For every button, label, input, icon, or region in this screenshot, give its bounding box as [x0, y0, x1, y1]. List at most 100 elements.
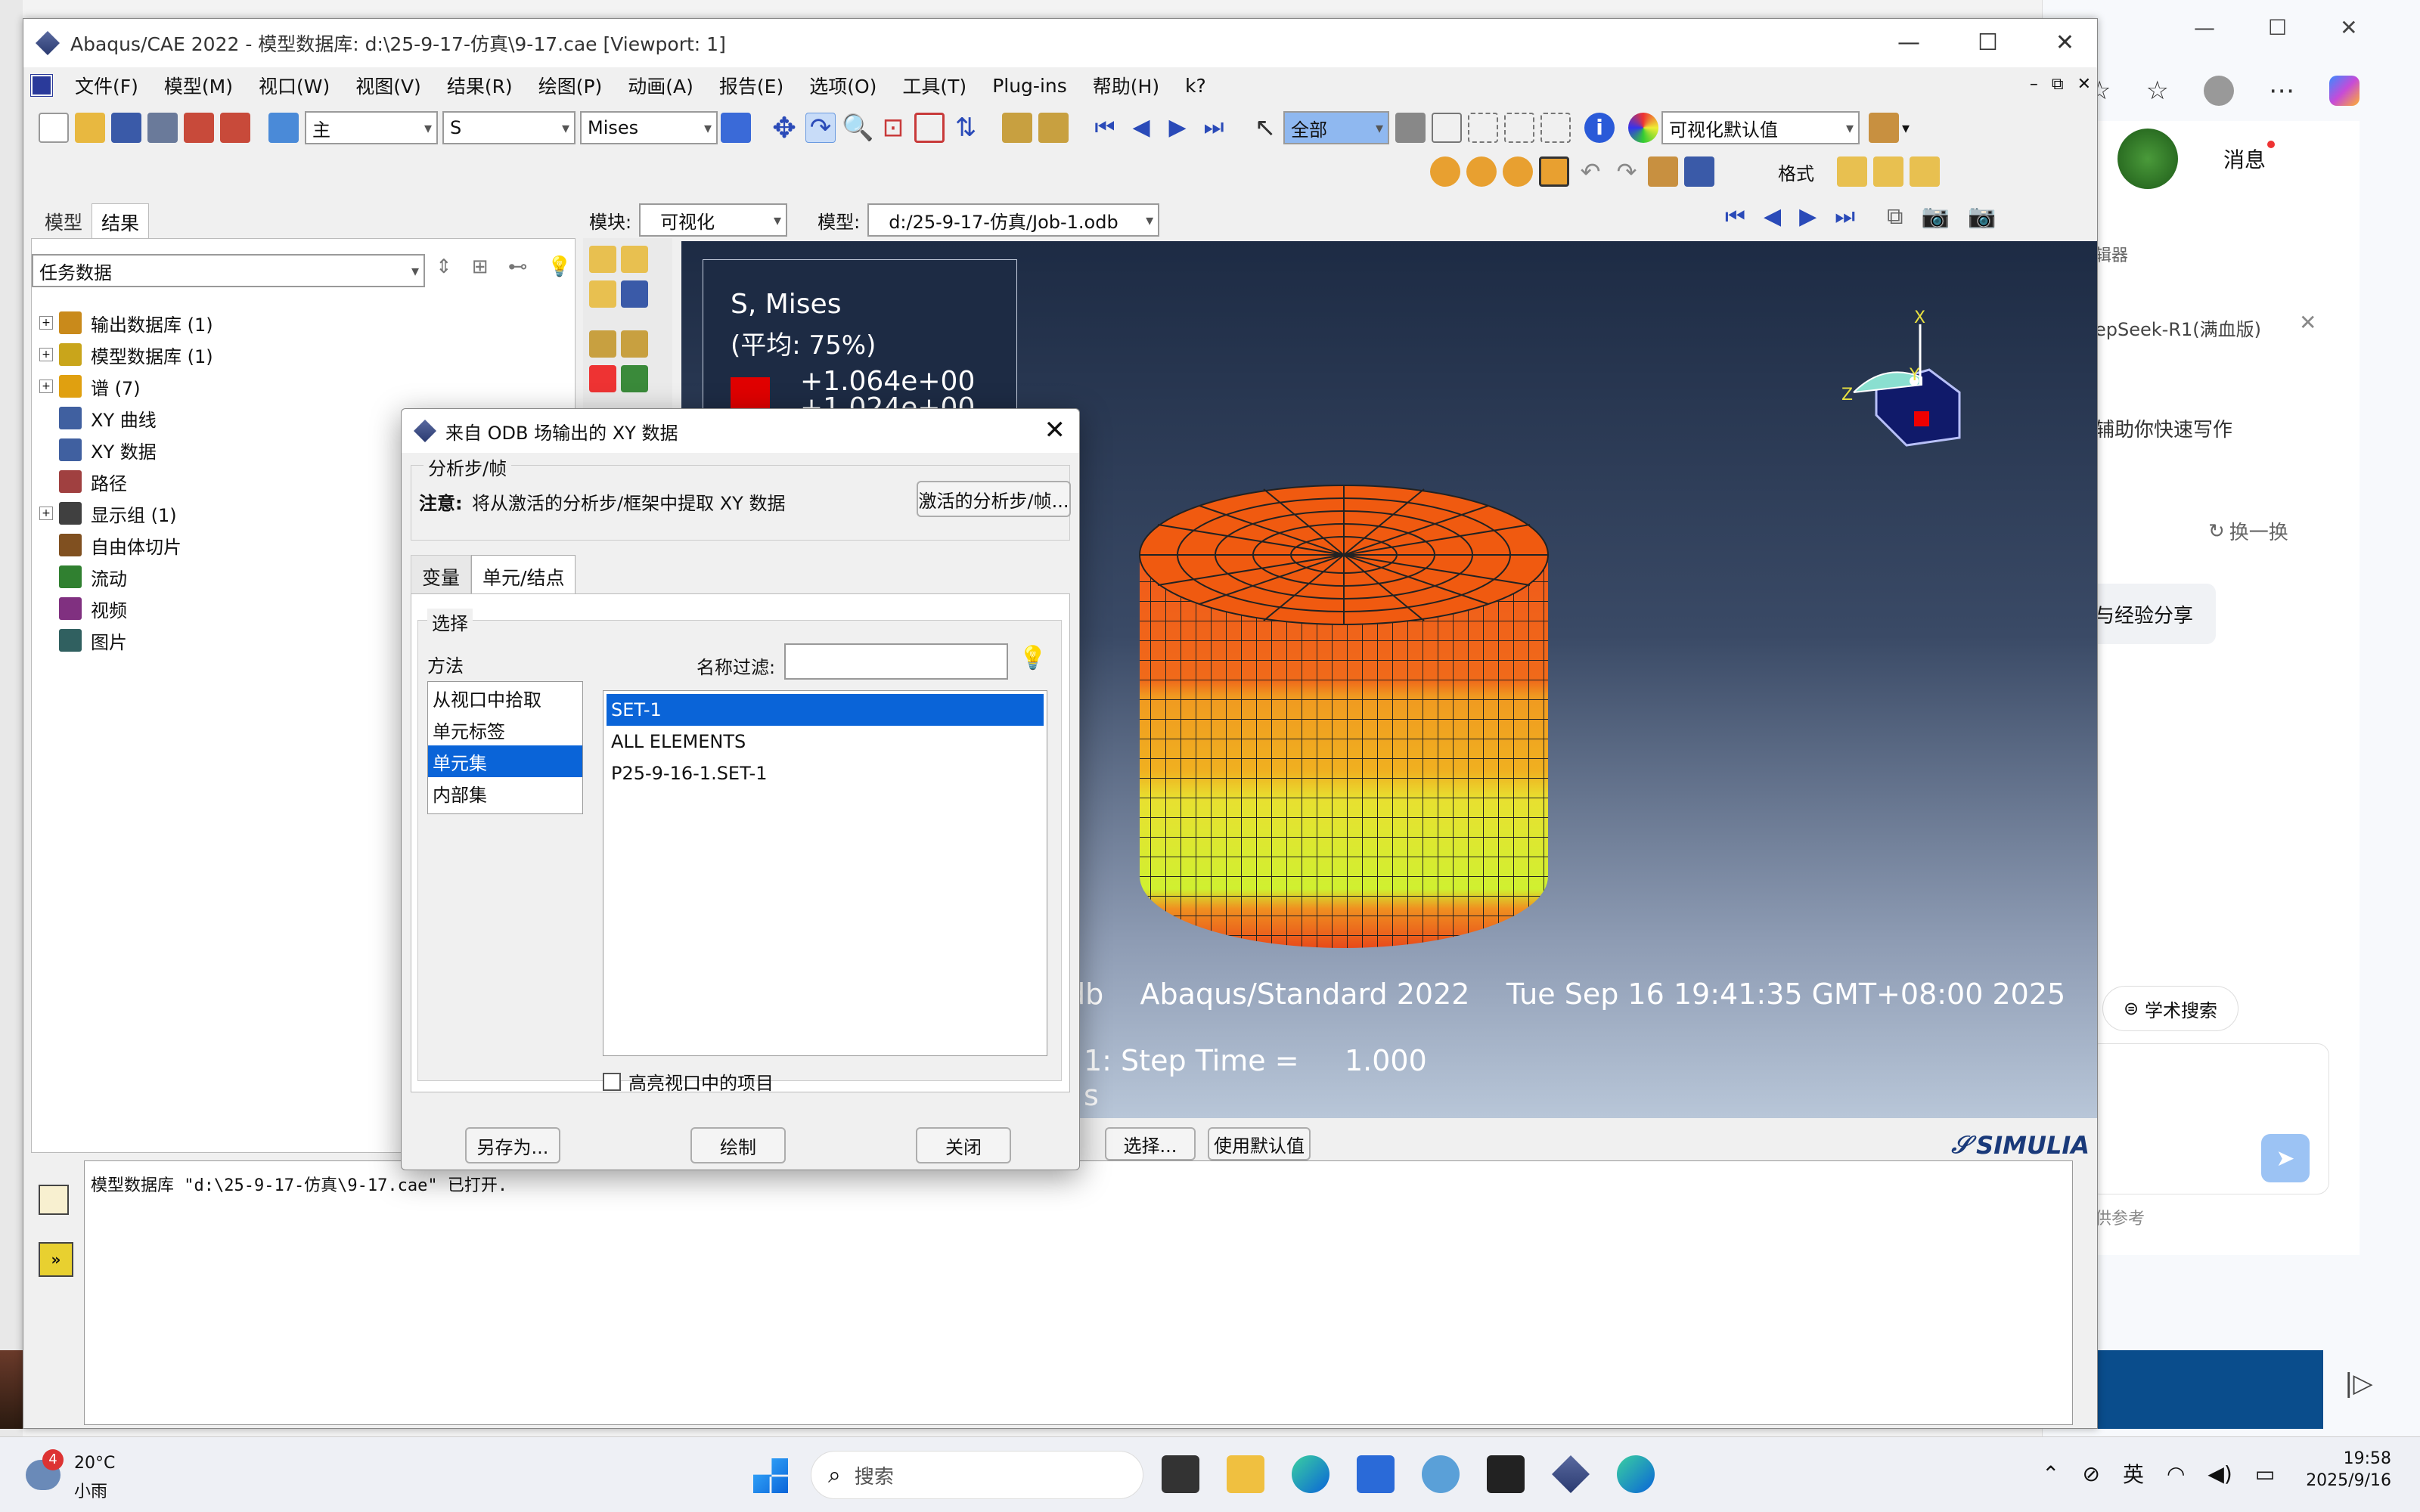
close-icon[interactable]: ✕	[2340, 15, 2357, 40]
probe-icon[interactable]	[1002, 113, 1032, 143]
save-icon[interactable]	[111, 113, 141, 143]
network-off-icon[interactable]: ⊘	[2082, 1461, 2099, 1486]
prev-frame-icon[interactable]: ◀	[1126, 113, 1156, 143]
camera-2-icon[interactable]: 📷	[1968, 203, 1996, 230]
menu-item[interactable]: 绘图(P)	[538, 72, 603, 99]
side-item-experience[interactable]: 与经验分享	[2080, 584, 2216, 644]
set-option[interactable]: SET-1	[607, 694, 1044, 726]
method-option[interactable]: 单元标签	[428, 714, 582, 745]
side-item-editor[interactable]: 辑器	[2095, 242, 2128, 266]
menu-item[interactable]: k?	[1185, 75, 1206, 97]
variable-combo[interactable]: S	[442, 111, 576, 144]
clock[interactable]: 19:58 2025/9/16	[2293, 1449, 2391, 1490]
open-icon[interactable]	[75, 113, 105, 143]
side-item-writing[interactable]: 辅助你快速写作	[2095, 414, 2232, 442]
menu-item[interactable]: 选项(O)	[809, 72, 876, 99]
export-icon[interactable]	[220, 113, 250, 143]
python-prompt-icon[interactable]: »	[39, 1242, 73, 1277]
lightbulb-icon[interactable]: 💡	[548, 256, 572, 278]
active-step-button[interactable]: 激活的分析步/帧...	[917, 481, 1071, 517]
filter-input[interactable]	[784, 643, 1008, 680]
dialog-close-icon[interactable]: ✕	[1044, 415, 1066, 445]
print-icon[interactable]	[147, 113, 178, 143]
tool-path-2-icon[interactable]	[621, 330, 648, 358]
more-icon[interactable]: ⋯	[2269, 76, 2294, 106]
message-area[interactable]: 模型数据库 "d:\25-9-17-仿真\9-17.cae" 已打开.	[84, 1160, 2073, 1425]
step-frame-icon[interactable]	[268, 113, 299, 143]
expand-icon[interactable]: +	[39, 316, 53, 330]
plot-button[interactable]: 绘制	[690, 1127, 786, 1163]
refresh-icon[interactable]	[721, 113, 751, 143]
use-defaults-button[interactable]: 使用默认值	[1208, 1127, 1311, 1160]
tool-xy-1-icon[interactable]	[589, 246, 616, 273]
filter-lightbulb-icon[interactable]: 💡	[1019, 645, 1047, 671]
tool-path-1-icon[interactable]	[589, 330, 616, 358]
tool-xy-2-icon[interactable]	[621, 246, 648, 273]
side-message-label[interactable]: 消息	[2223, 144, 2266, 174]
next-frame-icon[interactable]: ▶	[1799, 203, 1817, 230]
first-frame-icon[interactable]: ⏮	[1090, 113, 1120, 143]
maximize-icon[interactable]: ☐	[2268, 15, 2287, 40]
tab-variables[interactable]: 变量	[411, 554, 472, 598]
palette-icon[interactable]	[1628, 113, 1658, 143]
academic-search-button[interactable]: ⊜ 学术搜索	[2102, 986, 2238, 1031]
hammer-icon[interactable]	[1539, 156, 1569, 187]
expand-icon[interactable]: +	[39, 507, 53, 520]
first-frame-icon[interactable]: ⏮	[1725, 203, 1745, 230]
edge-ai-icon[interactable]	[1617, 1455, 1655, 1493]
last-frame-icon[interactable]: ⏭	[1199, 113, 1229, 143]
view-iso-icon[interactable]	[1837, 156, 1867, 187]
close-button[interactable]: 关闭	[916, 1127, 1011, 1163]
view-front-icon[interactable]	[1873, 156, 1903, 187]
render-style-icon[interactable]	[1869, 113, 1899, 143]
input-language[interactable]: 英	[2123, 1458, 2144, 1489]
edge-icon[interactable]	[1292, 1455, 1329, 1493]
mdi-icon[interactable]	[30, 74, 53, 97]
method-option[interactable]: 从视口中拾取	[428, 682, 582, 714]
import-icon[interactable]	[184, 113, 214, 143]
select-tool-5-icon[interactable]	[1540, 113, 1571, 143]
tree-filter-icon[interactable]: ⊷	[508, 256, 528, 278]
model-combo[interactable]: d:/25-9-17-仿真/Job-1.odb	[867, 203, 1160, 237]
dialog-title-bar[interactable]: 来自 ODB 场输出的 XY 数据 ✕	[402, 409, 1079, 453]
cycle-icon[interactable]: ⇅	[951, 113, 981, 143]
selection-filter-combo[interactable]: 全部	[1283, 111, 1389, 144]
tree-up-icon[interactable]: ⊞	[472, 256, 489, 278]
invariant-combo[interactable]: Mises	[580, 111, 718, 144]
menu-item[interactable]: 帮助(H)	[1093, 72, 1159, 99]
expand-icon[interactable]: +	[39, 380, 53, 393]
query-icon[interactable]	[1038, 113, 1069, 143]
set-option[interactable]: ALL ELEMENTS	[607, 726, 1044, 758]
taskbar-search[interactable]: ⌕ 搜索	[811, 1451, 1143, 1499]
abaqus-taskbar-icon[interactable]	[1552, 1455, 1590, 1493]
pan-icon[interactable]: ✥	[769, 113, 799, 143]
menu-item[interactable]: 视口(W)	[259, 72, 330, 99]
menu-item[interactable]: 视图(V)	[355, 72, 421, 99]
message-area-icon[interactable]	[39, 1185, 69, 1215]
method-option[interactable]: 单元集	[428, 745, 582, 777]
battery-icon[interactable]: ▭	[2255, 1461, 2275, 1486]
zoom-icon[interactable]: 🔍	[842, 113, 873, 143]
select-tool-1-icon[interactable]	[1395, 113, 1426, 143]
menu-item[interactable]: Plug-ins	[992, 75, 1067, 97]
close-icon[interactable]: ✕	[2299, 310, 2316, 335]
camera-icon[interactable]: 📷	[1922, 203, 1950, 230]
visual-defaults-combo[interactable]: 可视化默认值	[1661, 111, 1860, 144]
last-frame-icon[interactable]: ⏭	[1835, 203, 1855, 230]
mdi-minimize-icon[interactable]: –	[2030, 75, 2038, 94]
tab-results[interactable]: 结果	[92, 203, 150, 240]
start-icon[interactable]	[753, 1458, 788, 1493]
select-tool-3-icon[interactable]	[1468, 113, 1498, 143]
weather-widget[interactable]: 4 20°C 小雨	[26, 1449, 132, 1502]
expand-icon[interactable]: +	[39, 348, 53, 361]
info-icon[interactable]: i	[1584, 113, 1615, 143]
select-tool-4-icon[interactable]	[1504, 113, 1534, 143]
tool-icon[interactable]	[1648, 156, 1678, 187]
task-view-icon[interactable]	[1162, 1455, 1199, 1493]
mdi-close-icon[interactable]: ✕	[2077, 75, 2091, 94]
tree-item[interactable]: + 模型数据库 (1)	[39, 339, 561, 370]
prev-frame-icon[interactable]: ◀	[1764, 203, 1781, 230]
next-frame-icon[interactable]: ▶	[1162, 113, 1193, 143]
file-explorer-icon[interactable]	[1227, 1455, 1264, 1493]
volume-icon[interactable]: ◀)	[2207, 1461, 2232, 1486]
